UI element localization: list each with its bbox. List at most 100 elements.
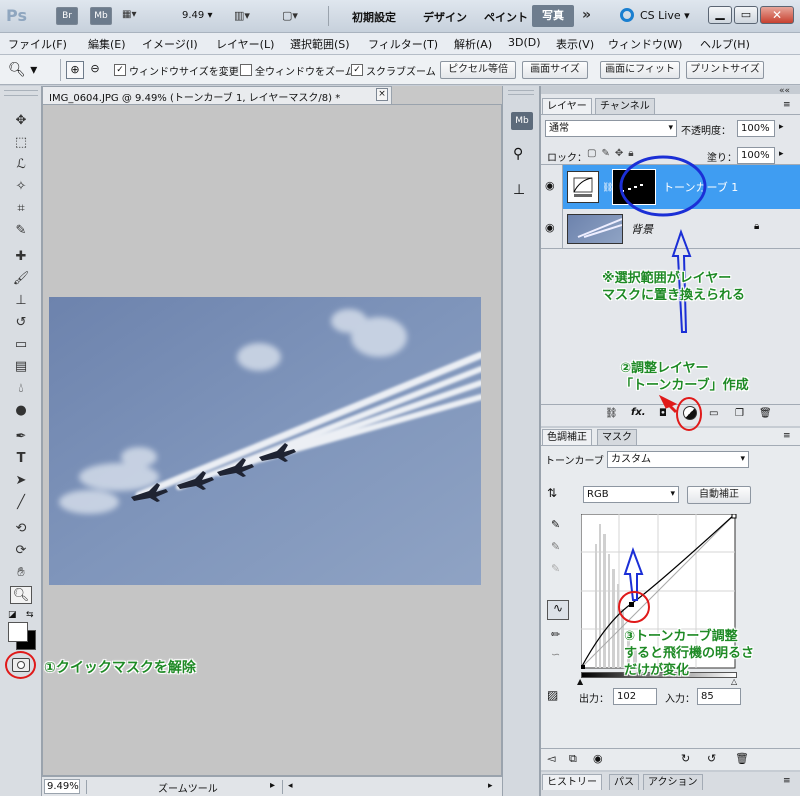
layer-row-curves[interactable]: ◉ ⛓ トーンカーブ 1 (541, 165, 800, 209)
fit-screen-button[interactable]: 画面サイズ (522, 61, 588, 79)
visibility-toggle[interactable]: ◉ (541, 165, 563, 209)
curve-point-tool-icon[interactable]: ∿ (547, 600, 569, 620)
canvas-image[interactable] (49, 297, 481, 585)
opacity-dropdown-icon[interactable]: ▸ (779, 122, 784, 132)
input-field[interactable]: 85 (697, 688, 741, 705)
menu-help[interactable]: ヘルプ(H) (700, 36, 750, 52)
fill-field[interactable]: 100% (737, 147, 775, 164)
menu-3d[interactable]: 3D(D) (508, 36, 541, 49)
foreground-color-swatch[interactable] (8, 622, 28, 642)
fill-dropdown-icon[interactable]: ▸ (779, 149, 784, 159)
tab-masks[interactable]: マスク (597, 429, 637, 445)
delete-layer-icon[interactable]: 🗑︎ (759, 408, 772, 419)
dodge-tool-icon[interactable]: ● (10, 402, 32, 420)
preset-select[interactable]: カスタム (607, 451, 749, 468)
panel-menu-icon[interactable]: ≡ (783, 776, 791, 786)
menu-analysis[interactable]: 解析(A) (454, 36, 492, 52)
cs-live-menu[interactable]: CS Live ▾ (640, 9, 690, 22)
clip-to-layer-icon[interactable]: ◉ (593, 752, 603, 765)
lock-icons[interactable]: ▢✎✥🔒︎ (587, 148, 639, 159)
gradient-tool-icon[interactable]: ▤ (10, 358, 32, 376)
print-size-button[interactable]: プリントサイズ (686, 61, 764, 79)
output-field[interactable]: 102 (613, 688, 657, 705)
toolbox-grip[interactable] (4, 90, 38, 96)
menu-view[interactable]: 表示(V) (556, 36, 594, 52)
bridge-button[interactable]: Br (56, 7, 78, 25)
menu-image[interactable]: イメージ(I) (142, 36, 198, 52)
mini-bridge-icon[interactable]: Mb (511, 112, 533, 130)
panel-menu-icon[interactable]: ≡ (783, 100, 791, 110)
brush-tool-icon[interactable]: 🖌︎ (10, 270, 32, 288)
layer-name[interactable]: トーンカーブ 1 (663, 179, 738, 195)
eraser-tool-icon[interactable]: ▭ (10, 336, 32, 354)
swap-colors-icon[interactable]: ⇆ (26, 610, 34, 620)
eyedropper-tool-icon[interactable]: ✎ (10, 222, 32, 240)
panel-grip[interactable] (541, 770, 800, 772)
new-adjustment-layer-icon[interactable] (683, 406, 697, 420)
arrange-documents-icon[interactable]: ▥▾ (234, 9, 250, 22)
zoom-in-icon[interactable]: ⊕ (66, 61, 84, 79)
tab-channels[interactable]: チャンネル (595, 98, 655, 114)
menu-filter[interactable]: フィルター(T) (368, 36, 438, 52)
lasso-tool-icon[interactable]: ℒ (10, 156, 32, 174)
type-tool-icon[interactable]: T (10, 450, 32, 468)
move-tool-icon[interactable]: ✥ (10, 112, 32, 130)
layer-name[interactable]: 背景 (631, 221, 653, 237)
scroll-left-icon[interactable]: ◂ (288, 781, 293, 791)
expanded-view-icon[interactable]: ⧉ (569, 752, 577, 766)
reset-icon[interactable]: ↺ (707, 752, 716, 765)
line-tool-icon[interactable]: ╱ (10, 494, 32, 512)
smooth-curve-icon[interactable]: ∽ (551, 648, 560, 661)
link-layers-icon[interactable]: ⛓ (605, 408, 618, 419)
layer-mask-thumbnail[interactable] (612, 169, 656, 205)
auto-button[interactable]: 自動補正 (687, 486, 751, 504)
tab-adjustments[interactable]: 色調補正 (542, 429, 592, 445)
clone-source-icon[interactable]: ⊥ (513, 182, 525, 198)
previous-state-icon[interactable]: ↻ (681, 752, 690, 765)
blur-tool-icon[interactable]: 💧︎ (10, 380, 32, 398)
panel-grip[interactable] (541, 86, 800, 94)
document-tab[interactable]: IMG_0604.JPG @ 9.49% (トーンカーブ 1, レイヤーマスク/… (42, 86, 392, 104)
zoom-tool-icon[interactable]: 🔍︎ (10, 586, 32, 604)
close-button[interactable]: ✕ (760, 6, 794, 24)
zoom-level[interactable]: 9.49 ▾ (182, 10, 212, 21)
black-point-eyedropper-icon[interactable]: ✎ (551, 518, 560, 531)
usb-device-icon[interactable]: ⚲ (513, 146, 523, 162)
zoom-tool-preset[interactable]: 🔍︎ ▾ (8, 60, 52, 80)
delete-adjustment-icon[interactable]: 🗑︎ (735, 752, 749, 765)
workspace-painting[interactable]: ペイント (484, 9, 528, 25)
clone-stamp-tool-icon[interactable]: ⊥ (10, 292, 32, 310)
more-workspaces-icon[interactable]: » (582, 7, 591, 23)
tab-paths[interactable]: パス (609, 774, 639, 790)
zoom-all-windows-checkbox[interactable] (240, 64, 252, 76)
workspace-essentials[interactable]: 初期設定 (352, 9, 396, 25)
history-brush-tool-icon[interactable]: ↺ (10, 314, 32, 332)
menu-select[interactable]: 選択範囲(S) (290, 36, 350, 52)
close-document-icon[interactable]: × (376, 88, 388, 101)
3d-rotate-tool-icon[interactable]: ⟲ (10, 520, 32, 538)
black-slider-icon[interactable]: ▲ (577, 677, 583, 686)
new-layer-icon[interactable]: ❐ (735, 408, 744, 419)
scroll-right-icon[interactable]: ▸ (488, 781, 493, 791)
healing-brush-tool-icon[interactable]: ✚ (10, 248, 32, 266)
layer-row-background[interactable]: ◉ 背景 🔒︎ (541, 209, 800, 249)
pencil-draw-icon[interactable]: ✏ (551, 628, 560, 641)
menu-file[interactable]: ファイル(F) (8, 36, 67, 52)
return-to-list-icon[interactable]: ◅ (547, 752, 555, 765)
quick-selection-tool-icon[interactable]: ✧ (10, 178, 32, 196)
3d-orbit-tool-icon[interactable]: ⟳ (10, 542, 32, 560)
channel-select[interactable]: RGB (583, 486, 679, 503)
show-clipping-icon[interactable]: ▨ (547, 688, 558, 702)
menu-layer[interactable]: レイヤー(L) (216, 36, 274, 52)
fx-icon[interactable]: fx. (631, 407, 646, 418)
mini-bridge-button[interactable]: Mb (90, 7, 112, 25)
menu-window[interactable]: ウィンドウ(W) (608, 36, 682, 52)
actual-pixels-button[interactable]: ピクセル等倍 (440, 61, 516, 79)
hand-tool-icon[interactable]: ✋︎ (10, 564, 32, 582)
panel-grip[interactable] (541, 426, 800, 428)
minimize-button[interactable]: ▁ (708, 6, 732, 24)
status-arrow-icon[interactable]: ▸ (270, 780, 275, 791)
tab-layers[interactable]: レイヤー (542, 98, 592, 114)
collapse-panel-icon[interactable]: «« (779, 86, 790, 96)
tab-history[interactable]: ヒストリー (542, 774, 602, 790)
